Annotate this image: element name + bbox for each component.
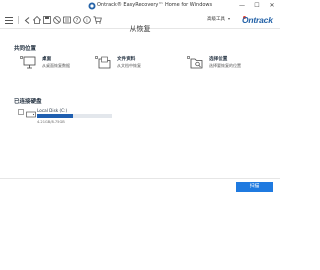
documents-folder-icon (95, 56, 111, 69)
page-title: 从恢复 (129, 25, 151, 33)
footer-divider (0, 178, 280, 179)
location-desc: 从文档中恢复 (117, 63, 141, 68)
drive-name: Local Disk (C:) (37, 108, 68, 113)
chevron-down-icon[interactable]: ▾ (228, 16, 230, 21)
common-locations-heading: 共同位置 (14, 46, 37, 52)
hard-drive-icon (26, 111, 36, 118)
location-name: 文件资料 (117, 57, 136, 62)
advanced-tools-menu[interactable]: 高级工具 (207, 16, 225, 22)
drive-size: 4.21GB/8.75GB (37, 120, 65, 124)
location-name: 选择位置 (209, 57, 228, 62)
drive-local-disk-c[interactable]: Local Disk (C:) 4.21GB/8.75GB (18, 108, 128, 126)
location-name: 桌面 (42, 57, 52, 62)
location-desktop[interactable]: 桌面 从桌面恢复数据 (20, 55, 100, 75)
app-logo-icon (88, 2, 96, 10)
desktop-icon (20, 56, 36, 69)
connected-drives-heading: 已连接硬盘 (14, 99, 42, 105)
select-location-icon (187, 56, 203, 69)
scan-button[interactable]: 扫描 (236, 182, 273, 192)
location-desc: 从桌面恢复数据 (42, 63, 70, 68)
location-desc: 选择要恢复的位置 (209, 63, 241, 68)
drive-usage-bar (37, 114, 112, 118)
location-documents[interactable]: 文件资料 从文档中恢复 (95, 55, 175, 75)
minimize-button[interactable]: — (235, 1, 249, 11)
window-title: Ontrack® EasyRecovery™ Home for Windows (97, 2, 213, 8)
close-button[interactable]: ✕ (265, 1, 279, 11)
title-bar: Ontrack® EasyRecovery™ Home for Windows … (0, 0, 280, 13)
drive-usage-fill (37, 114, 73, 118)
maximize-button[interactable]: ☐ (250, 1, 264, 11)
location-select[interactable]: 选择位置 选择要恢复的位置 (187, 55, 267, 75)
toolbar-separator (18, 16, 19, 24)
